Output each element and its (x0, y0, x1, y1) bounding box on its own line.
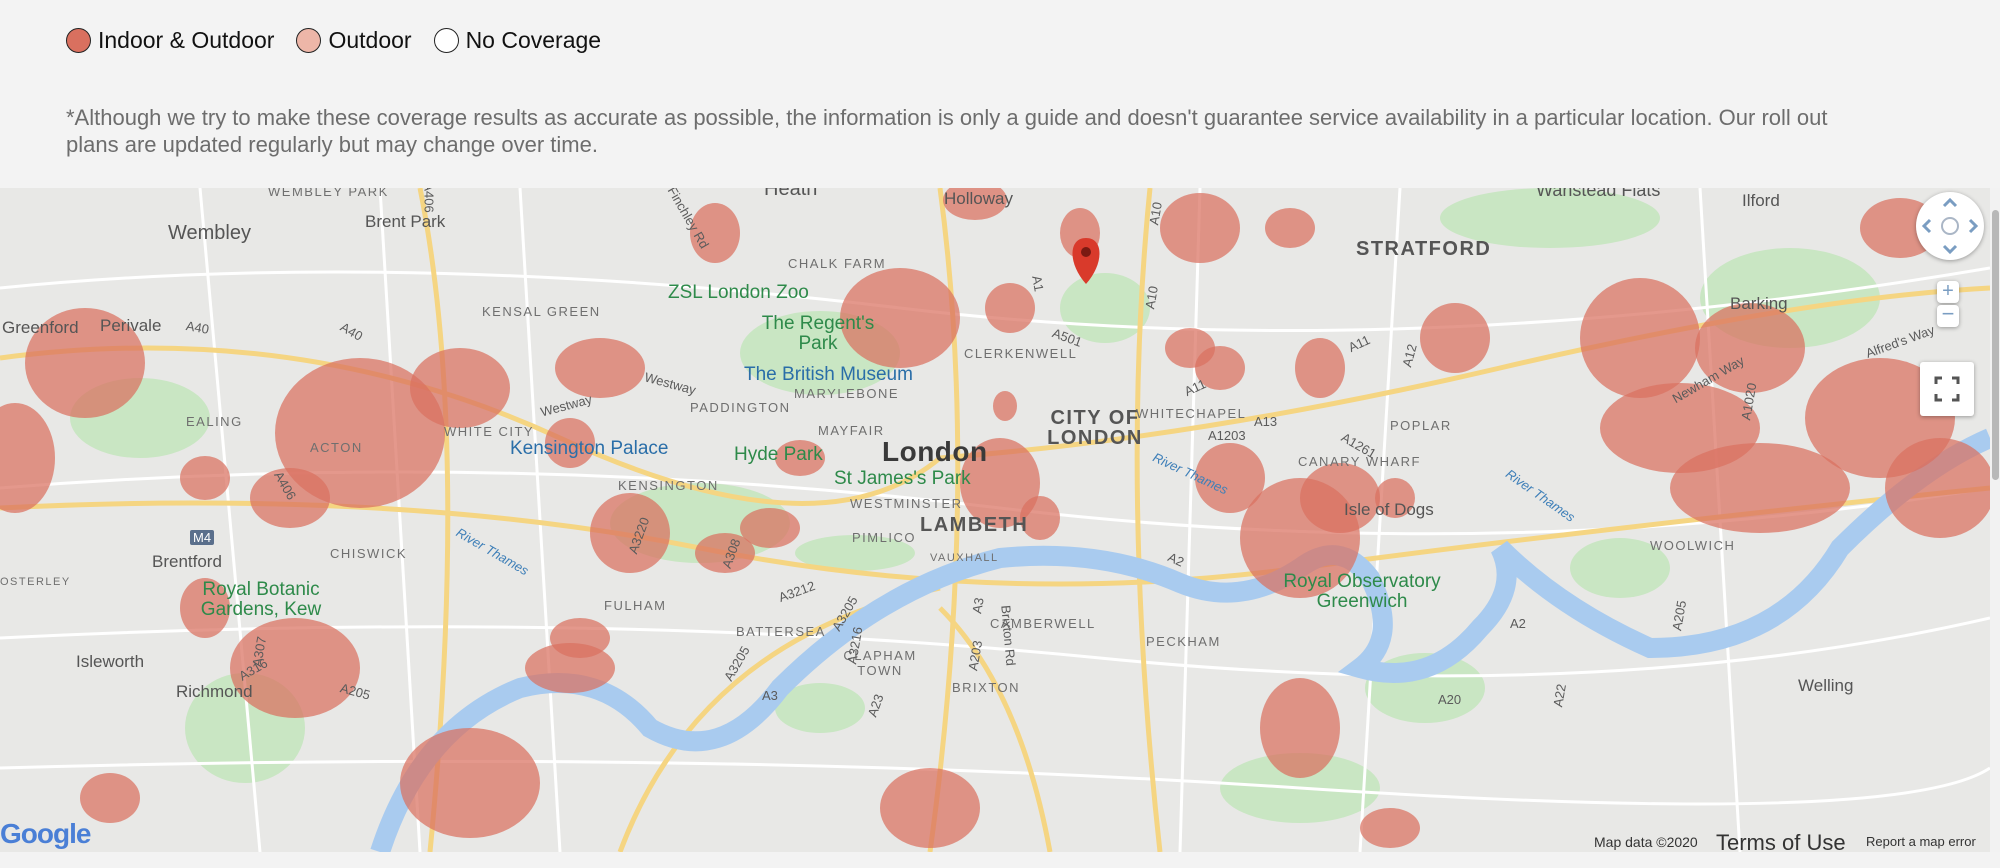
place-label: POPLAR (1390, 418, 1452, 433)
coverage-legend: Indoor & Outdoor Outdoor No Coverage (66, 22, 623, 58)
place-label: VAUXHALL (930, 552, 999, 564)
fullscreen-icon (1934, 376, 1960, 402)
place-label: CLERKENWELL (964, 346, 1078, 361)
place-label: MAYFAIR (818, 423, 885, 438)
place-label: FULHAM (604, 598, 667, 613)
place-label: Wembley (168, 222, 251, 244)
place-label: Isleworth (76, 652, 145, 671)
terms-of-use-link[interactable]: Terms of Use (1716, 830, 1846, 852)
no-coverage-swatch (433, 27, 459, 53)
legend-label: Indoor & Outdoor (98, 26, 275, 53)
zoom-out-button[interactable]: − (1937, 303, 1959, 327)
legend-item-indoor-outdoor: Indoor & Outdoor (66, 27, 274, 54)
poi-label: The Regent's Park (761, 313, 875, 354)
pan-control[interactable] (1916, 192, 1984, 260)
road-label: A2 (1510, 616, 1526, 631)
place-label: KENSAL GREEN (482, 304, 601, 319)
outdoor-swatch (296, 27, 322, 53)
indoor-outdoor-swatch (66, 27, 91, 53)
place-label: Wanstead Flats (1536, 188, 1661, 200)
map-data-attribution: Map data ©2020 (1594, 834, 1698, 850)
place-label: EALING (186, 414, 243, 429)
pan-arrows-icon (1921, 197, 1979, 255)
poi-label: ZSL London Zoo (668, 282, 809, 303)
place-label: PADDINGTON (690, 400, 791, 415)
legend-item-outdoor: Outdoor (296, 26, 412, 54)
place-label: Heath (764, 188, 818, 200)
road-label: A1203 (1208, 428, 1246, 443)
place-label: WHITE CITY (444, 424, 535, 439)
road-label: A3 (969, 596, 987, 615)
poi-label: Kensington Palace (510, 438, 669, 459)
place-label: MARYLEBONE (794, 386, 900, 401)
place-label: WESTMINSTER (850, 496, 963, 511)
place-label: Ilford (1742, 191, 1780, 210)
place-label: ACTON (310, 440, 363, 455)
poi-label: Royal Observatory Greenwich (1283, 571, 1441, 612)
coverage-map[interactable]: WEMBLEY PARK Heath Holloway Wanstead Fla… (0, 188, 1990, 852)
road-label: A3 (762, 688, 778, 703)
place-label: PIMLICO (852, 530, 916, 545)
road-label: A1 (1029, 274, 1047, 293)
scrollbar-thumb[interactable] (1992, 210, 1999, 480)
place-label: BATTERSEA (736, 624, 826, 639)
poi-label: The British Museum (744, 364, 913, 385)
legend-label: No Coverage (465, 26, 602, 53)
coverage-disclaimer: *Although we try to make these coverage … (66, 105, 1828, 157)
place-label: CHALK FARM (788, 256, 887, 271)
place-label: WOOLWICH (1650, 538, 1736, 553)
place-label: Isle of Dogs (1344, 500, 1434, 519)
place-label: Richmond (176, 682, 253, 701)
road-label: A13 (1254, 414, 1278, 429)
place-label: STRATFORD (1356, 238, 1492, 260)
place-label: Brentford (152, 552, 222, 571)
zoom-in-button[interactable]: + (1937, 281, 1959, 303)
place-label: KENSINGTON (618, 478, 719, 493)
place-label: WHITECHAPEL (1136, 406, 1247, 421)
place-label: Brent Park (365, 212, 446, 231)
place-label: WEMBLEY PARK (268, 188, 389, 199)
place-label: Greenford (2, 318, 79, 337)
place-label: CANARY WHARF (1298, 454, 1421, 469)
place-label: LAMBETH (920, 514, 1029, 536)
place-label: CITY OF LONDON (1047, 407, 1143, 449)
fullscreen-button[interactable] (1920, 362, 1974, 416)
place-label: BRIXTON (952, 680, 1021, 695)
road-label: A20 (1438, 692, 1462, 707)
place-label: Barking (1730, 294, 1788, 313)
poi-label: Royal Botanic Gardens, Kew (200, 579, 322, 620)
report-map-error-link[interactable]: Report a map error (1866, 834, 1976, 849)
place-label: Perivale (100, 316, 162, 335)
place-label: PECKHAM (1146, 634, 1221, 649)
place-label: London (882, 436, 988, 467)
legend-item-no-coverage: No Coverage (433, 26, 602, 54)
road-label: M4 (190, 530, 215, 545)
road-label: A406 (421, 188, 437, 213)
place-label: CHISWICK (330, 546, 407, 561)
poi-label: Hyde Park (734, 444, 823, 465)
poi-label: St James's Park (834, 468, 971, 489)
place-label: Holloway (944, 189, 1013, 208)
place-label: OSTERLEY (0, 576, 71, 588)
google-logo: Google (0, 818, 91, 849)
legend-label: Outdoor (328, 26, 412, 53)
place-label: Welling (1798, 676, 1854, 695)
